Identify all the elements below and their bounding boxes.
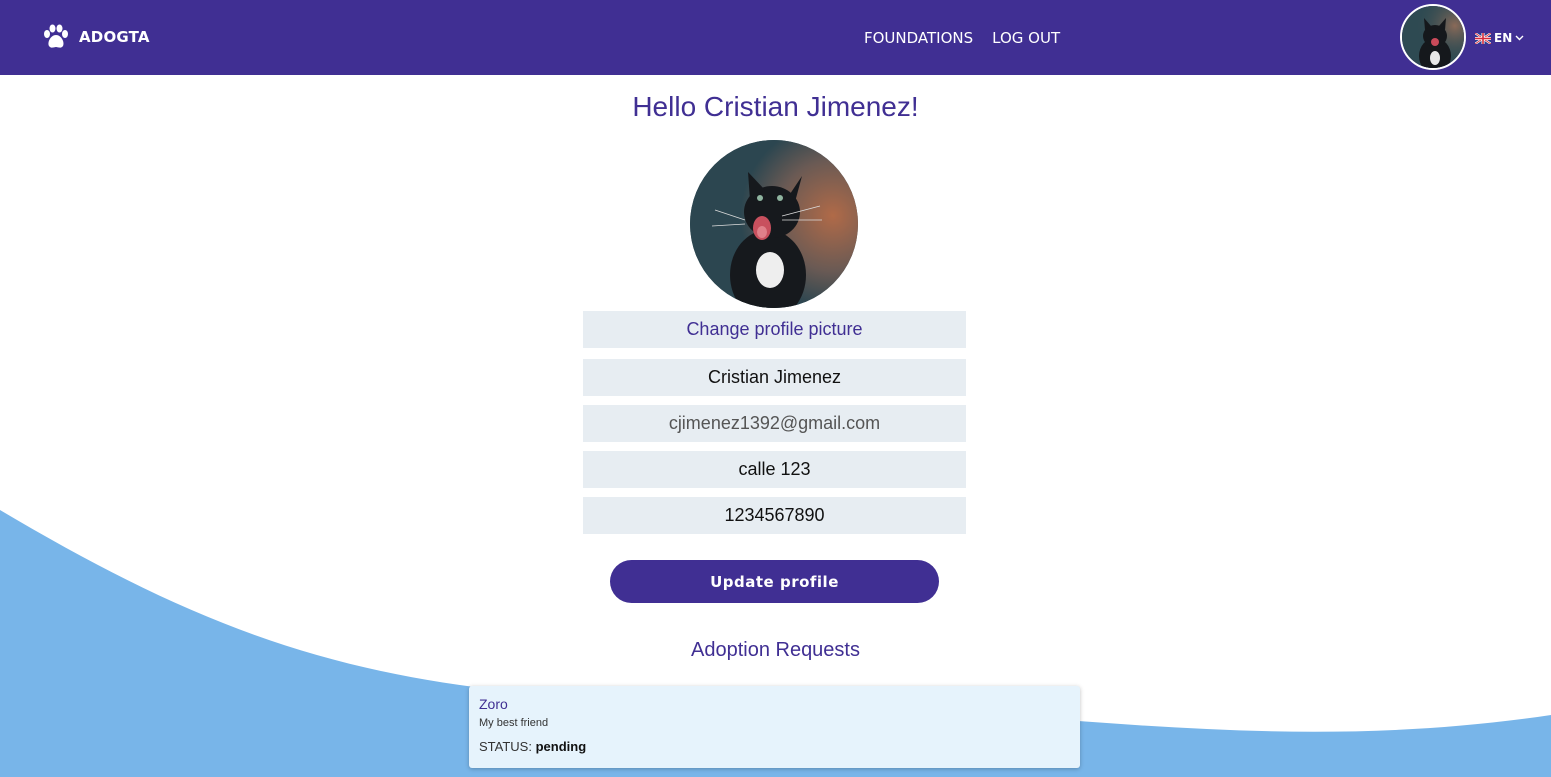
address-field[interactable]: calle 123 <box>583 451 966 488</box>
name-field[interactable]: Cristian Jimenez <box>583 359 966 396</box>
uk-flag-icon <box>1475 32 1491 44</box>
adoption-requests-title: Adoption Requests <box>690 639 860 661</box>
status-label: STATUS: <box>479 739 532 754</box>
adoption-request-card: Zoro My best friend STATUS: pending <box>469 686 1080 768</box>
change-profile-picture-button[interactable]: Change profile picture <box>583 311 966 348</box>
request-pet-name[interactable]: Zoro <box>479 696 1070 712</box>
top-navbar: ADOGTA FOUNDATIONS LOG OUT EN <box>0 0 1551 75</box>
brand-name: ADOGTA <box>79 28 150 46</box>
brand-logo[interactable]: ADOGTA <box>42 24 150 50</box>
paw-icon <box>44 24 68 48</box>
request-description: My best friend <box>479 717 549 729</box>
page-title: Hello Cristian Jimenez! <box>632 91 919 122</box>
profile-picture <box>690 140 858 308</box>
profile-content: Hello Cristian Jimenez! Change profile p… <box>0 0 1551 777</box>
nav-links: FOUNDATIONS LOG OUT <box>864 29 1060 47</box>
cat-profile-image <box>690 140 858 308</box>
nav-foundations-link[interactable]: FOUNDATIONS <box>864 29 973 47</box>
cat-avatar-image <box>1402 6 1464 68</box>
nav-logout-link[interactable]: LOG OUT <box>992 29 1060 47</box>
language-code: EN <box>1494 31 1513 45</box>
update-profile-button[interactable]: Update profile <box>610 560 939 603</box>
language-selector[interactable]: EN <box>1475 31 1524 45</box>
user-avatar[interactable] <box>1400 4 1466 70</box>
phone-field[interactable]: 1234567890 <box>583 497 966 534</box>
chevron-down-icon <box>1515 35 1524 41</box>
email-field[interactable]: cjimenez1392@gmail.com <box>583 405 966 442</box>
status-value: pending <box>535 739 587 754</box>
profile-page: ADOGTA FOUNDATIONS LOG OUT EN Hello Cris… <box>0 0 1551 777</box>
request-status: STATUS: pending <box>479 739 1070 754</box>
